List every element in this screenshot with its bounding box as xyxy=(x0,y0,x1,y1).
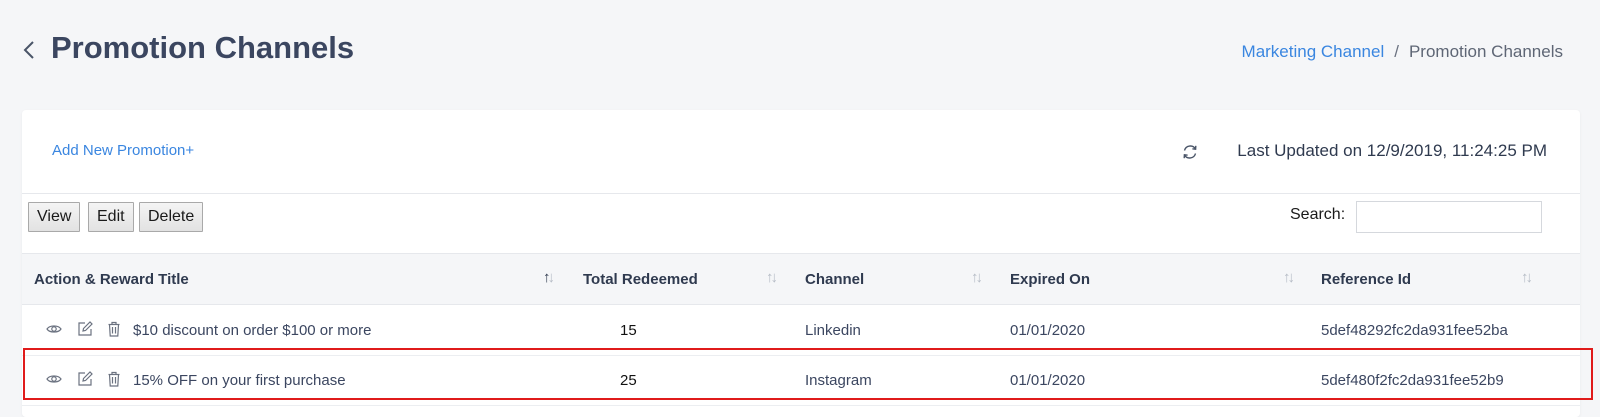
edit-icon[interactable] xyxy=(77,371,93,387)
row-channel: Instagram xyxy=(805,372,872,389)
card-header: Add New Promotion+ Last Updated on 12/9/… xyxy=(22,110,1580,194)
refresh-icon[interactable] xyxy=(1181,143,1199,161)
column-header-channel[interactable]: Channel xyxy=(805,271,864,288)
row-channel: Linkedin xyxy=(805,322,861,339)
row-title: 15% OFF on your first purchase xyxy=(133,372,346,389)
view-button[interactable]: View xyxy=(28,202,81,232)
sort-icon[interactable]: ↑↓ xyxy=(971,269,983,286)
row-reference-id: 5def480f2fc2da931fee52b9 xyxy=(1321,372,1504,389)
breadcrumb-current: Promotion Channels xyxy=(1408,42,1563,61)
table-row: $10 discount on order $100 or more 15 Li… xyxy=(22,306,1580,356)
add-new-promotion-link[interactable]: Add New Promotion+ xyxy=(52,142,194,159)
top-bar: Promotion Channels Marketing Channel / P… xyxy=(0,0,1600,100)
table-header: Action & Reward Title ↑↓ Total Redeemed … xyxy=(22,253,1580,305)
sort-icon[interactable]: ↑↓ xyxy=(543,269,555,286)
search-input[interactable] xyxy=(1356,201,1542,233)
breadcrumb: Marketing Channel / Promotion Channels xyxy=(1242,42,1563,62)
eye-icon[interactable] xyxy=(46,321,62,337)
edit-icon[interactable] xyxy=(77,321,93,337)
trash-icon[interactable] xyxy=(106,371,122,387)
row-title: $10 discount on order $100 or more xyxy=(133,322,372,339)
row-redeemed: 25 xyxy=(620,372,637,389)
table-row: 15% OFF on your first purchase 25 Instag… xyxy=(22,356,1580,406)
row-expired: 01/01/2020 xyxy=(1010,372,1086,389)
breadcrumb-separator: / xyxy=(1394,42,1399,61)
row-redeemed: 15 xyxy=(620,322,637,339)
eye-icon[interactable] xyxy=(46,371,62,387)
row-reference-id: 5def48292fc2da931fee52ba xyxy=(1321,322,1508,339)
sort-icon[interactable]: ↑↓ xyxy=(766,269,778,286)
promotions-card: Add New Promotion+ Last Updated on 12/9/… xyxy=(22,110,1580,417)
column-header-redeemed[interactable]: Total Redeemed xyxy=(583,271,698,288)
edit-button[interactable]: Edit xyxy=(88,202,134,232)
column-header-reference[interactable]: Reference Id xyxy=(1321,271,1411,288)
back-arrow-icon[interactable] xyxy=(22,40,42,62)
sort-icon[interactable]: ↑↓ xyxy=(1521,269,1533,286)
breadcrumb-marketing-channel[interactable]: Marketing Channel xyxy=(1242,42,1385,62)
sort-icon[interactable]: ↑↓ xyxy=(1283,269,1295,286)
last-updated-text: Last Updated on 12/9/2019, 11:24:25 PM xyxy=(1237,141,1547,160)
delete-button[interactable]: Delete xyxy=(139,202,204,232)
search-label: Search: xyxy=(1290,206,1346,223)
trash-icon[interactable] xyxy=(106,321,122,337)
row-expired: 01/01/2020 xyxy=(1010,322,1086,339)
page-title: Promotion Channels xyxy=(51,30,355,65)
column-header-expired[interactable]: Expired On xyxy=(1010,271,1090,288)
column-header-title[interactable]: Action & Reward Title xyxy=(34,271,189,288)
